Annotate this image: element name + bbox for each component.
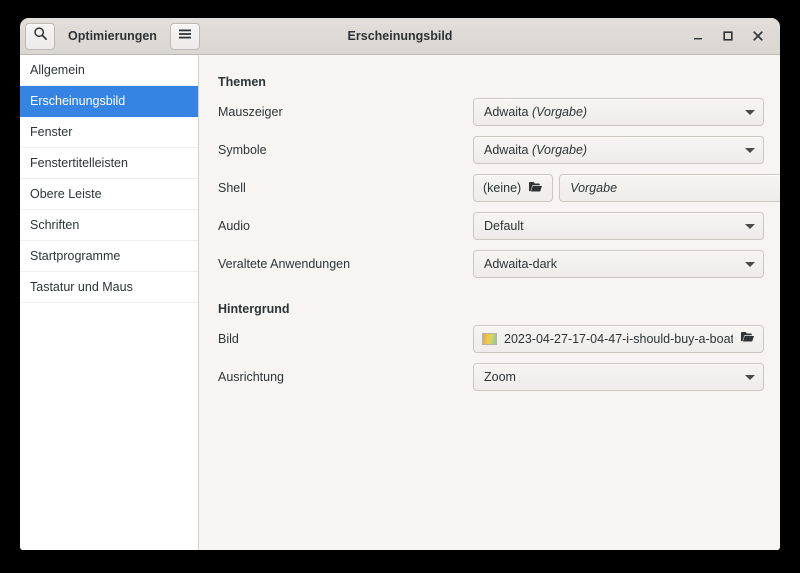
sidebar-item-label: Fenster xyxy=(30,125,73,139)
row-label: Bild xyxy=(218,332,239,346)
dropdown-value: Adwaita (Vorgabe) xyxy=(484,143,588,157)
background-adjustment-dropdown[interactable]: Zoom xyxy=(473,363,764,391)
shell-theme-button-label: (keine) xyxy=(483,181,522,195)
sidebar-item-obere-leiste[interactable]: Obere Leiste xyxy=(20,179,198,210)
sidebar-item-erscheinungsbild[interactable]: Erscheinungsbild xyxy=(20,86,198,117)
row-shell: Shell (keine) Vorgabe xyxy=(218,173,780,203)
row-mauszeiger: Mauszeiger Adwaita (Vorgabe) xyxy=(218,97,764,127)
tweaks-window: Optimierungen Erscheinungsbild Allgemein… xyxy=(20,18,780,550)
row-control: Adwaita (Vorgabe) xyxy=(473,136,764,164)
sidebar-item-fenstertitelleisten[interactable]: Fenstertitelleisten xyxy=(20,148,198,179)
maximize-icon xyxy=(723,31,733,41)
row-label: Shell xyxy=(218,181,246,195)
row-label: Veraltete Anwendungen xyxy=(218,257,351,271)
minimize-icon xyxy=(694,38,702,40)
open-folder-icon xyxy=(740,330,755,348)
row-control: Default xyxy=(473,212,764,240)
row-control: Adwaita-dark xyxy=(473,250,764,278)
search-button[interactable] xyxy=(25,22,55,50)
row-bild: Bild 2023-04-27-17-04-47-i-should-buy-a-… xyxy=(218,324,764,354)
image-thumbnail-icon xyxy=(482,333,497,345)
shell-theme-file-button[interactable]: (keine) xyxy=(473,174,554,202)
search-icon xyxy=(33,26,48,46)
row-veraltete-anwendungen: Veraltete Anwendungen Adwaita-dark xyxy=(218,249,764,279)
page-title: Erscheinungsbild xyxy=(347,29,453,43)
close-button[interactable] xyxy=(750,28,766,44)
sidebar-item-label: Erscheinungsbild xyxy=(30,94,126,108)
content-pane: Themen Mauszeiger Adwaita (Vorgabe) Symb… xyxy=(199,55,780,550)
open-folder-icon xyxy=(528,180,543,196)
shell-theme-dropdown[interactable]: Vorgabe xyxy=(559,174,780,202)
sidebar: Allgemein Erscheinungsbild Fenster Fenst… xyxy=(20,55,199,550)
row-label: Symbole xyxy=(218,143,267,157)
row-control: 2023-04-27-17-04-47-i-should-buy-a-boat.… xyxy=(473,325,764,353)
sidebar-item-tastatur-und-maus[interactable]: Tastatur und Maus xyxy=(20,272,198,303)
row-ausrichtung: Ausrichtung Zoom xyxy=(218,362,764,392)
chevron-down-icon xyxy=(745,223,755,229)
dropdown-value: Default xyxy=(484,219,524,233)
app-title: Optimierungen xyxy=(68,29,157,43)
sidebar-item-startprogramme[interactable]: Startprogramme xyxy=(20,241,198,272)
sidebar-item-label: Fenstertitelleisten xyxy=(30,156,128,170)
background-image-filename: 2023-04-27-17-04-47-i-should-buy-a-boat.… xyxy=(504,332,733,346)
window-body: Allgemein Erscheinungsbild Fenster Fenst… xyxy=(20,55,780,550)
sidebar-item-label: Startprogramme xyxy=(30,249,121,263)
section-title-themen: Themen xyxy=(218,75,266,89)
chevron-down-icon xyxy=(745,374,755,380)
window-controls xyxy=(600,28,780,44)
dropdown-value: Zoom xyxy=(484,370,516,384)
sidebar-item-allgemein[interactable]: Allgemein xyxy=(20,55,198,86)
dropdown-value: Adwaita (Vorgabe) xyxy=(484,105,588,119)
dropdown-value: Vorgabe xyxy=(570,181,618,195)
menu-button[interactable] xyxy=(170,22,200,50)
maximize-button[interactable] xyxy=(720,28,736,44)
background-image-file-button[interactable]: 2023-04-27-17-04-47-i-should-buy-a-boat.… xyxy=(473,325,764,353)
sound-theme-dropdown[interactable]: Default xyxy=(473,212,764,240)
row-label: Audio xyxy=(218,219,250,233)
dropdown-value: Adwaita-dark xyxy=(484,257,557,271)
row-control: Zoom xyxy=(473,363,764,391)
header-bar: Optimierungen Erscheinungsbild xyxy=(20,18,780,55)
row-audio: Audio Default xyxy=(218,211,764,241)
sidebar-item-fenster[interactable]: Fenster xyxy=(20,117,198,148)
cursor-theme-dropdown[interactable]: Adwaita (Vorgabe) xyxy=(473,98,764,126)
minimize-button[interactable] xyxy=(690,28,706,44)
chevron-down-icon xyxy=(745,147,755,153)
row-control: (keine) Vorgabe xyxy=(473,174,780,202)
row-label: Ausrichtung xyxy=(218,370,285,384)
section-title-hintergrund: Hintergrund xyxy=(218,302,290,316)
sidebar-item-schriften[interactable]: Schriften xyxy=(20,210,198,241)
sidebar-item-label: Schriften xyxy=(30,218,80,232)
legacy-applications-theme-dropdown[interactable]: Adwaita-dark xyxy=(473,250,764,278)
sidebar-item-label: Tastatur und Maus xyxy=(30,280,133,294)
row-symbole: Symbole Adwaita (Vorgabe) xyxy=(218,135,764,165)
sidebar-item-label: Allgemein xyxy=(30,63,85,77)
header-left-group: Optimierungen xyxy=(20,22,200,50)
row-control: Adwaita (Vorgabe) xyxy=(473,98,764,126)
close-icon xyxy=(753,31,763,41)
chevron-down-icon xyxy=(745,261,755,267)
icon-theme-dropdown[interactable]: Adwaita (Vorgabe) xyxy=(473,136,764,164)
hamburger-menu-icon xyxy=(177,27,193,46)
chevron-down-icon xyxy=(745,109,755,115)
row-label: Mauszeiger xyxy=(218,105,283,119)
sidebar-item-label: Obere Leiste xyxy=(30,187,102,201)
